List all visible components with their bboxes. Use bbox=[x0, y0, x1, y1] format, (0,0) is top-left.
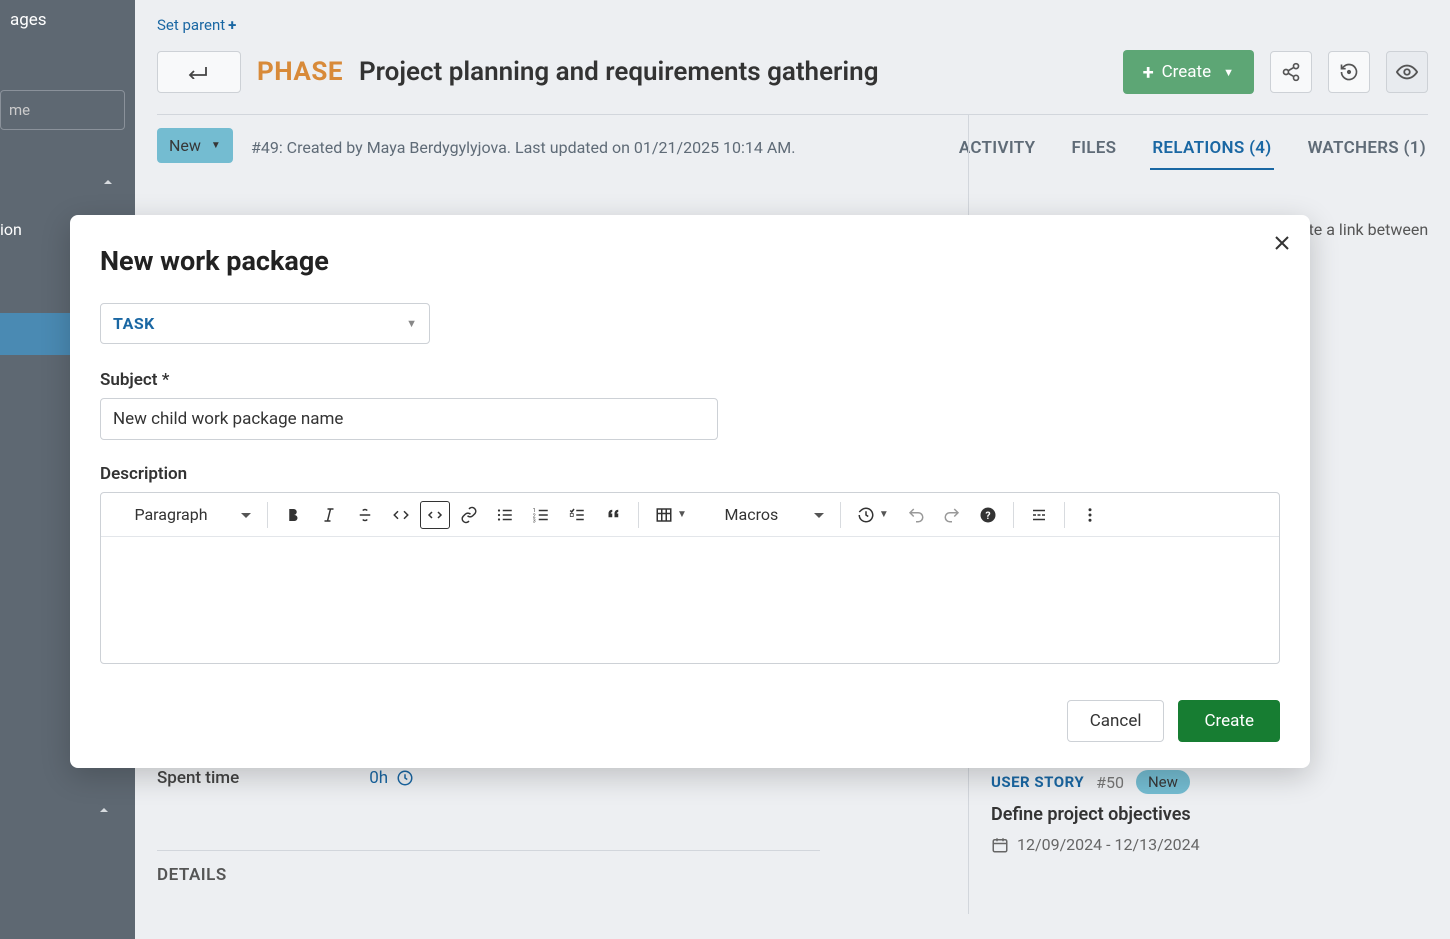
watch-button[interactable] bbox=[1386, 51, 1428, 93]
subject-input[interactable] bbox=[100, 398, 718, 440]
divider bbox=[157, 114, 1428, 115]
italic-button[interactable] bbox=[312, 500, 346, 530]
history-button[interactable]: ▼ bbox=[849, 500, 897, 530]
editor-toolbar: Paragraph 123 ▼ Macros ▼ ? bbox=[101, 493, 1279, 537]
modal-title: New work package bbox=[100, 245, 1280, 277]
page-title[interactable]: Project planning and requirements gather… bbox=[359, 57, 879, 87]
undo-button[interactable] bbox=[899, 500, 933, 530]
create-label: Create bbox=[1162, 62, 1212, 82]
modal-actions: Cancel Create bbox=[100, 700, 1280, 742]
svg-text:3: 3 bbox=[533, 518, 536, 524]
create-submit-button[interactable]: Create bbox=[1178, 700, 1280, 742]
spent-time-row: Spent time 0h bbox=[157, 768, 414, 788]
card-type: USER STORY bbox=[991, 773, 1084, 791]
card-dates: 12/09/2024 - 12/13/2024 bbox=[991, 835, 1450, 854]
chevron-down-icon: ▼ bbox=[211, 140, 221, 151]
separator bbox=[267, 502, 268, 528]
code-block-button[interactable] bbox=[420, 501, 450, 529]
plus-icon: + bbox=[1143, 60, 1154, 84]
history-button[interactable] bbox=[1328, 51, 1370, 93]
bullet-list-button[interactable] bbox=[488, 500, 522, 530]
tab-files[interactable]: FILES bbox=[1069, 128, 1118, 170]
blockquote-button[interactable] bbox=[596, 500, 630, 530]
plus-icon: + bbox=[228, 16, 236, 34]
details-heading[interactable]: DETAILS bbox=[157, 850, 820, 885]
description-label: Description bbox=[100, 464, 1280, 484]
help-button[interactable]: ? bbox=[971, 500, 1005, 530]
tabs: ACTIVITY FILES RELATIONS (4) WATCHERS (1… bbox=[957, 128, 1428, 170]
spent-time-value[interactable]: 0h bbox=[369, 768, 414, 788]
type-value: TASK bbox=[113, 314, 155, 333]
editor-body[interactable] bbox=[101, 537, 1279, 663]
bold-button[interactable] bbox=[276, 500, 310, 530]
share-button[interactable] bbox=[1270, 51, 1312, 93]
redo-button[interactable] bbox=[935, 500, 969, 530]
close-button[interactable] bbox=[1274, 235, 1290, 255]
calendar-icon bbox=[991, 836, 1009, 854]
meta-text: #49: Created by Maya Berdygylyjova. Last… bbox=[251, 138, 795, 157]
create-button[interactable]: + Create ▼ bbox=[1123, 50, 1254, 94]
status-label: New bbox=[169, 136, 201, 155]
strikethrough-button[interactable] bbox=[348, 500, 382, 530]
new-work-package-modal: New work package TASK ▼ Subject * Descri… bbox=[70, 215, 1310, 768]
type-select[interactable]: TASK ▼ bbox=[100, 303, 430, 344]
sidebar-item[interactable]: ion bbox=[0, 218, 22, 241]
separator bbox=[638, 502, 639, 528]
svg-text:?: ? bbox=[985, 508, 990, 521]
set-parent-label: Set parent bbox=[157, 16, 225, 34]
related-card[interactable]: USER STORY #50 New Define project object… bbox=[991, 770, 1450, 854]
sidebar-section-header: ages bbox=[0, 0, 135, 40]
chevron-down-icon: ▼ bbox=[1223, 66, 1234, 79]
clock-icon bbox=[396, 769, 414, 787]
more-button[interactable] bbox=[1073, 500, 1107, 530]
paragraph-dropdown[interactable]: Paragraph bbox=[109, 499, 259, 530]
chevron-down-icon: ▼ bbox=[406, 317, 417, 330]
task-list-button[interactable] bbox=[560, 500, 594, 530]
type-badge: PHASE bbox=[257, 57, 343, 87]
description-editor: Paragraph 123 ▼ Macros ▼ ? bbox=[100, 492, 1280, 664]
status-dropdown[interactable]: New ▼ bbox=[157, 128, 233, 163]
card-id: #50 bbox=[1096, 773, 1124, 792]
link-button[interactable] bbox=[452, 500, 486, 530]
header-row: PHASE Project planning and requirements … bbox=[157, 50, 1428, 94]
spent-time-label: Spent time bbox=[157, 768, 239, 788]
cancel-button[interactable]: Cancel bbox=[1067, 700, 1165, 742]
page-break-button[interactable] bbox=[1022, 500, 1056, 530]
table-button[interactable]: ▼ bbox=[647, 500, 695, 530]
numbered-list-button[interactable]: 123 bbox=[524, 500, 558, 530]
separator bbox=[840, 502, 841, 528]
chevron-up-icon[interactable] bbox=[96, 802, 112, 822]
set-parent-link[interactable]: Set parent+ bbox=[157, 16, 236, 34]
separator bbox=[1064, 502, 1065, 528]
separator bbox=[1013, 502, 1014, 528]
code-button[interactable] bbox=[384, 500, 418, 530]
sidebar-search-input[interactable]: me bbox=[0, 90, 125, 130]
chevron-up-icon[interactable] bbox=[100, 174, 116, 194]
tab-relations[interactable]: RELATIONS (4) bbox=[1150, 128, 1273, 170]
subject-label: Subject * bbox=[100, 370, 1280, 390]
back-button[interactable] bbox=[157, 51, 241, 93]
card-title: Define project objectives bbox=[991, 804, 1450, 825]
card-status: New bbox=[1136, 770, 1190, 794]
macros-dropdown[interactable]: Macros bbox=[697, 499, 832, 530]
tab-watchers[interactable]: WATCHERS (1) bbox=[1306, 128, 1428, 170]
